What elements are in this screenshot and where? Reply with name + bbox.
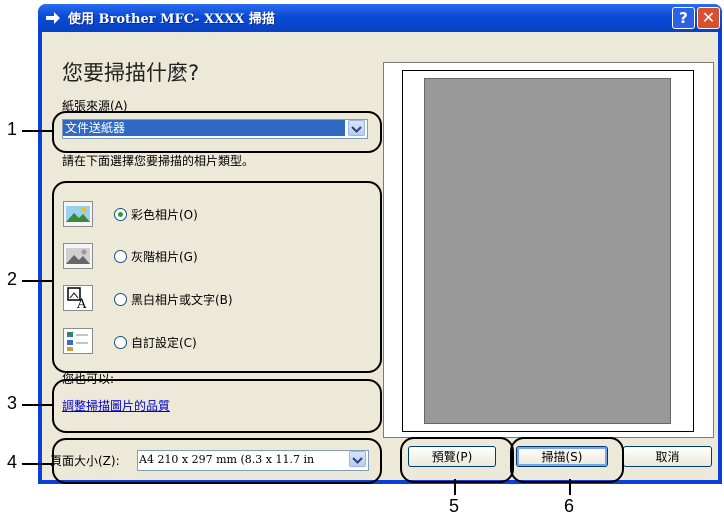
callout-ring-6	[510, 437, 624, 483]
callout-number-1: 1	[7, 119, 18, 139]
close-button[interactable]: ✕	[697, 7, 720, 29]
callout-number-2: 2	[7, 269, 18, 289]
callout-leader-3	[22, 404, 54, 406]
callout-leader-6	[569, 479, 571, 495]
photo-type-instruction: 請在下面選擇您要掃描的相片類型。	[62, 154, 255, 168]
callout-number-4: 4	[7, 452, 18, 472]
scanner-app-icon	[46, 9, 60, 24]
callout-leader-1	[22, 130, 54, 132]
callout-number-5: 5	[449, 496, 460, 516]
callout-ring-4	[52, 438, 382, 484]
callout-leader-4	[22, 463, 54, 465]
cancel-button[interactable]: 取消	[623, 446, 712, 467]
callout-ring-3	[52, 379, 382, 433]
callout-ring-2	[52, 181, 382, 373]
preview-scan-area[interactable]	[424, 78, 671, 424]
callout-ring-5	[400, 437, 514, 483]
callout-number-6: 6	[564, 496, 575, 516]
callout-number-3: 3	[7, 393, 18, 413]
callout-leader-2	[22, 280, 54, 282]
window-title: 使用 Brother MFC- XXXX 掃描	[68, 12, 275, 27]
help-button[interactable]: ?	[672, 7, 695, 29]
callout-leader-5	[454, 479, 456, 495]
callout-ring-1	[52, 111, 382, 153]
scan-question-heading: 您要掃描什麼?	[62, 61, 200, 85]
